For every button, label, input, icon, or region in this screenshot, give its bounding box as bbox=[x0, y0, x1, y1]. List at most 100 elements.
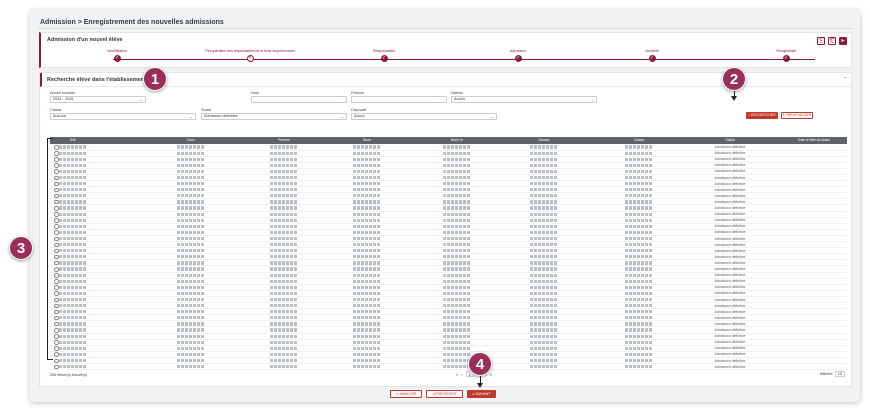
redacted-value bbox=[59, 304, 87, 308]
redacted-value bbox=[530, 188, 558, 192]
redacted-cell bbox=[59, 255, 87, 260]
row-radio[interactable] bbox=[54, 260, 59, 266]
row-radio[interactable] bbox=[54, 181, 59, 187]
column-header[interactable]: Nom bbox=[187, 137, 194, 144]
step-recapitulatif[interactable]: Récapitulatif ✓ bbox=[726, 49, 846, 62]
prev-page-button[interactable]: ‹ bbox=[461, 372, 462, 377]
step-admission[interactable]: Admission ✓ bbox=[458, 49, 578, 62]
row-radio[interactable] bbox=[54, 187, 59, 193]
column-header[interactable]: Niveau bbox=[539, 137, 550, 144]
row-radio[interactable] bbox=[54, 267, 59, 272]
redacted-cell bbox=[625, 182, 653, 187]
redacted-cell bbox=[59, 358, 87, 364]
row-radio[interactable] bbox=[54, 248, 59, 254]
row-radio[interactable] bbox=[54, 297, 59, 302]
row-radio[interactable] bbox=[54, 236, 59, 241]
redacted-cell bbox=[177, 188, 205, 193]
redacted-cell bbox=[443, 224, 471, 229]
redacted-value bbox=[443, 310, 471, 314]
row-radio[interactable] bbox=[54, 358, 59, 363]
restore-button[interactable]: ⎘ bbox=[817, 37, 825, 45]
row-radio[interactable] bbox=[54, 321, 59, 327]
row-radio[interactable] bbox=[54, 328, 59, 333]
redacted-value bbox=[443, 273, 471, 277]
last-page-button[interactable]: » bbox=[490, 372, 492, 377]
row-radio[interactable] bbox=[54, 254, 59, 260]
column-header[interactable]: Prénom bbox=[278, 137, 290, 144]
next-button[interactable]: ▸ SUIVANT bbox=[466, 390, 497, 398]
step-scolarite[interactable]: Scolarité ✓ bbox=[592, 49, 712, 62]
row-radio[interactable] bbox=[54, 364, 59, 370]
new-student-card: Admission d'un nouvel élève ⎘ ⎗ ▸ Identi… bbox=[39, 32, 852, 68]
search-button[interactable]: ⌕ RECHERCHER bbox=[746, 112, 778, 119]
statut-select[interactable]: Admission définitive ⌄ bbox=[201, 113, 347, 120]
prenom-input[interactable] bbox=[351, 96, 447, 103]
redacted-cell bbox=[530, 340, 558, 345]
row-radio[interactable] bbox=[54, 175, 59, 180]
row-radio[interactable] bbox=[54, 352, 59, 357]
first-page-button[interactable]: « bbox=[456, 372, 458, 377]
step-responsables[interactable]: Responsables ✓ bbox=[324, 49, 444, 62]
row-radio[interactable] bbox=[54, 334, 59, 339]
redacted-value bbox=[625, 145, 653, 149]
column-header[interactable]: Statut bbox=[725, 137, 734, 144]
reset-button[interactable]: ↻ RÉINITIALISER bbox=[781, 112, 813, 119]
copy-button[interactable]: ⎗ bbox=[828, 37, 836, 45]
redacted-cell bbox=[270, 297, 298, 303]
row-radio[interactable] bbox=[54, 145, 59, 150]
column-header[interactable]: Date d'effet du statut bbox=[798, 137, 830, 144]
redacted-cell bbox=[530, 169, 558, 174]
redacted-value bbox=[353, 255, 381, 259]
redacted-value bbox=[530, 304, 558, 308]
row-radio[interactable] bbox=[54, 303, 59, 309]
step-identification[interactable]: Identification ✓ bbox=[57, 49, 177, 62]
redacted-value bbox=[177, 304, 205, 308]
niveau-select[interactable]: Aucun ⌄ bbox=[451, 96, 597, 103]
row-radio[interactable] bbox=[54, 309, 59, 315]
dispositif-select[interactable]: Aucun ⌄ bbox=[351, 113, 497, 120]
row-radio[interactable] bbox=[54, 224, 59, 229]
column-header[interactable]: Sexe bbox=[363, 137, 371, 144]
row-radio[interactable] bbox=[54, 193, 59, 199]
step-recuperation[interactable]: Récupération des responsables de la fich… bbox=[190, 49, 310, 62]
expand-button[interactable]: ▸ bbox=[839, 37, 847, 45]
annee-scolaire-select[interactable]: 2024 - 2025 ⌄ bbox=[50, 96, 146, 103]
row-radio[interactable] bbox=[54, 169, 59, 174]
previous-button[interactable]: ◂ PRÉCÉDENT bbox=[426, 390, 463, 398]
redacted-cell bbox=[625, 255, 653, 260]
redacted-value bbox=[59, 346, 87, 350]
cancel-button[interactable]: ✕ ANNULER bbox=[390, 390, 423, 398]
redacted-value bbox=[353, 230, 381, 235]
row-radio[interactable] bbox=[54, 315, 59, 321]
row-radio[interactable] bbox=[54, 218, 59, 223]
row-radio[interactable] bbox=[54, 285, 59, 290]
redacted-value bbox=[59, 175, 87, 180]
table-row[interactable]: Admission définitive bbox=[50, 364, 847, 371]
redacted-cell bbox=[59, 157, 87, 162]
redacted-cell bbox=[177, 267, 205, 272]
row-radio[interactable] bbox=[54, 157, 59, 162]
row-radio[interactable] bbox=[54, 151, 59, 156]
redacted-value bbox=[443, 230, 471, 235]
nom-input[interactable] bbox=[251, 96, 347, 103]
row-radio[interactable] bbox=[54, 199, 59, 205]
redacted-value bbox=[270, 291, 298, 296]
row-radio[interactable] bbox=[54, 279, 59, 284]
row-radio[interactable] bbox=[54, 242, 59, 248]
column-header[interactable]: Classe bbox=[634, 137, 645, 144]
classe-select[interactable]: Aucune ⌄ bbox=[50, 113, 196, 120]
row-radio[interactable] bbox=[54, 340, 59, 345]
redacted-value bbox=[443, 175, 471, 180]
redacted-cell bbox=[530, 310, 558, 315]
collapse-icon[interactable]: – bbox=[844, 75, 847, 81]
row-radio[interactable] bbox=[54, 212, 59, 217]
row-radio[interactable] bbox=[54, 273, 59, 278]
column-header[interactable]: INE bbox=[70, 137, 76, 144]
column-header[interactable]: Né(e) le bbox=[451, 137, 463, 144]
row-radio[interactable] bbox=[54, 346, 59, 351]
row-radio[interactable] bbox=[54, 291, 59, 296]
row-radio[interactable] bbox=[54, 163, 59, 168]
row-radio[interactable] bbox=[54, 230, 59, 235]
row-radio[interactable] bbox=[54, 206, 59, 211]
per-page-select[interactable]: 10 bbox=[834, 371, 845, 377]
